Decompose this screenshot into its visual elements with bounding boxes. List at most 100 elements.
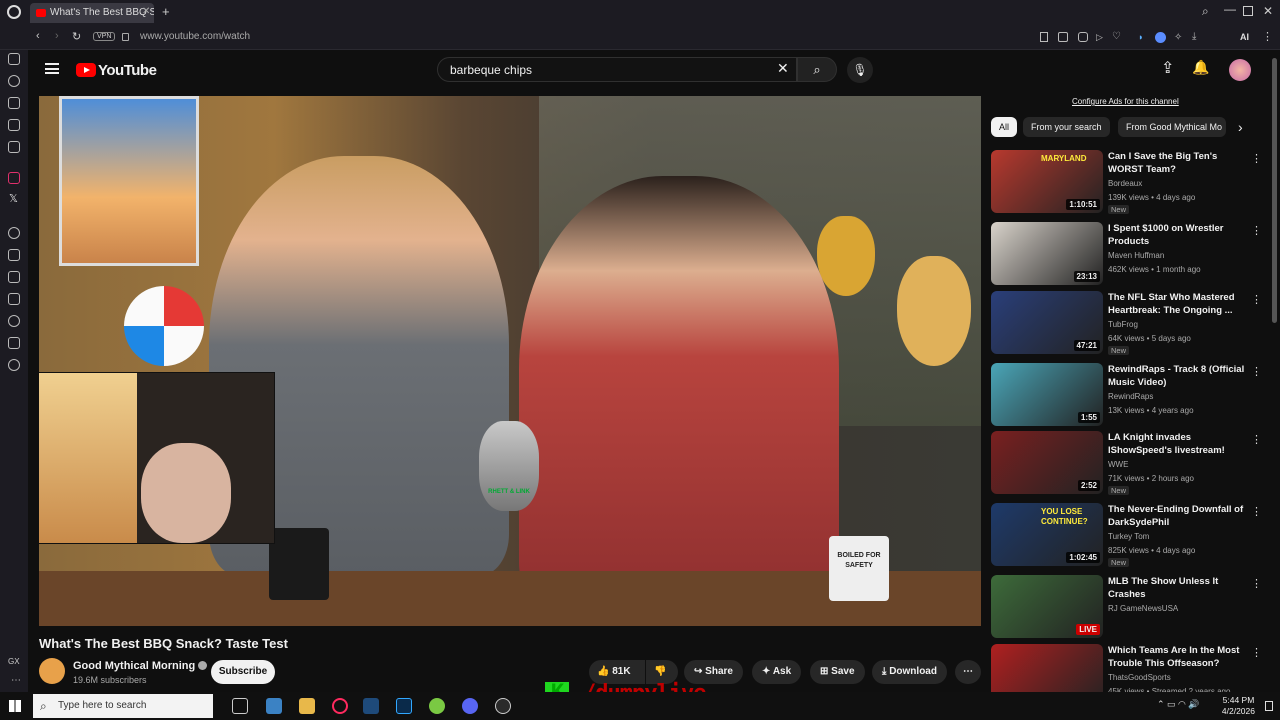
extension-blue-icon[interactable]: ◗ <box>1138 32 1143 42</box>
file-explorer-icon[interactable] <box>299 698 315 714</box>
subscribe-button[interactable]: Subscribe <box>211 660 275 684</box>
recommendation-thumbnail[interactable]: 23:13 <box>991 222 1103 285</box>
instagram-icon[interactable] <box>8 172 20 184</box>
recommendation-item[interactable]: 2:52 LA Knight invades IShowSpeed's lives… <box>991 431 1271 495</box>
vegas-icon[interactable] <box>363 698 379 714</box>
url-field[interactable]: www.youtube.com/watch <box>140 31 250 42</box>
close-window-icon[interactable]: ✕ <box>1263 4 1273 18</box>
chip-from-channel[interactable]: From Good Mythical Mo <box>1118 117 1226 137</box>
opera-logo-icon[interactable] <box>7 5 21 19</box>
recommendation-thumbnail[interactable]: LIVE <box>991 575 1103 638</box>
vpn-badge[interactable]: VPN <box>93 32 116 41</box>
recommendation-more-icon[interactable]: ⋮ <box>1251 365 1262 378</box>
search-button[interactable]: ⌕ <box>797 57 837 82</box>
recommendation-item[interactable]: YOU LOSE CONTINUE? 1:02:45 The Never-Endin… <box>991 503 1271 567</box>
hamburger-menu-icon[interactable] <box>45 63 59 74</box>
search-tabs-icon[interactable]: ⌕ <box>1202 4 1209 19</box>
page-scrollbar[interactable] <box>1272 58 1277 323</box>
recommendation-more-icon[interactable]: ⋮ <box>1251 224 1262 237</box>
notification-center-icon[interactable] <box>1265 701 1273 711</box>
download-icon[interactable]: ⤓ <box>1192 31 1196 42</box>
ask-button[interactable]: ✦ Ask <box>752 660 802 684</box>
recommendation-thumbnail[interactable]: 2:52 <box>991 431 1103 494</box>
discord-icon[interactable] <box>462 698 478 714</box>
menu-icon[interactable]: ⋮ <box>1262 30 1273 43</box>
notes-icon[interactable] <box>8 119 20 131</box>
obs-icon[interactable] <box>429 698 445 714</box>
recommendation-channel[interactable]: ThatsGoodSports <box>1108 673 1171 682</box>
recommendation-more-icon[interactable]: ⋮ <box>1251 577 1262 590</box>
messenger-icon[interactable] <box>8 53 20 65</box>
recommendation-item[interactable]: LIVE MLB The Show Unless It Crashes RJ Gam… <box>991 575 1271 639</box>
task-view-icon[interactable] <box>232 698 248 714</box>
steam-icon[interactable] <box>495 698 511 714</box>
recommendation-item[interactable]: 23:13 I Spent $1000 on Wrestler Products M… <box>991 222 1271 286</box>
clear-search-icon[interactable]: ✕ <box>777 60 789 77</box>
send-icon[interactable] <box>8 249 20 261</box>
windows-start-icon[interactable] <box>9 700 21 712</box>
minimize-icon[interactable]: — <box>1224 2 1236 16</box>
player-icon[interactable] <box>8 227 20 239</box>
new-tab-button[interactable]: + <box>162 4 170 19</box>
recommendation-channel[interactable]: RewindRaps <box>1108 392 1153 401</box>
taskbar-search-input[interactable]: Type here to search <box>33 694 213 718</box>
x-twitter-icon[interactable]: 𝕏 <box>9 192 18 205</box>
recommendation-more-icon[interactable]: ⋮ <box>1251 293 1262 306</box>
notifications-bell-icon[interactable]: 🔔 <box>1192 59 1209 76</box>
opera-gx-taskbar-icon[interactable] <box>332 698 348 714</box>
recommendation-channel[interactable]: Bordeaux <box>1108 179 1142 188</box>
recommendation-title[interactable]: I Spent $1000 on Wrestler Products <box>1108 222 1246 248</box>
clock-icon[interactable] <box>8 315 20 327</box>
ai-button[interactable]: AI <box>1240 32 1249 42</box>
recommendation-title[interactable]: Which Teams Are In the Most Trouble This… <box>1108 644 1246 670</box>
recommendation-more-icon[interactable]: ⋮ <box>1251 152 1262 165</box>
configure-ads-link[interactable]: Configure Ads for this channel <box>1072 97 1179 106</box>
recommendation-channel[interactable]: TubFrog <box>1108 320 1138 329</box>
recommendation-title[interactable]: RewindRaps - Track 8 (Official Music Vid… <box>1108 363 1246 389</box>
recommendation-more-icon[interactable]: ⋮ <box>1251 646 1262 659</box>
m-app-icon[interactable] <box>8 141 20 153</box>
recommendation-thumbnail[interactable]: 47:21 <box>991 291 1103 354</box>
recommendation-channel[interactable]: Turkey Tom <box>1108 532 1149 541</box>
more-actions-button[interactable]: ⋯ <box>955 660 981 684</box>
heart-icon[interactable]: ♡ <box>1112 31 1121 42</box>
photoshop-icon[interactable] <box>396 698 412 714</box>
workspace-icon[interactable] <box>8 97 20 109</box>
youtube-logo[interactable]: YouTube <box>76 62 157 79</box>
back-icon[interactable]: ‹ <box>36 30 40 42</box>
video-player[interactable]: RHETT & LINK BOILED FOR SAFETY <box>39 96 981 626</box>
search-input[interactable]: barbeque chips <box>437 57 797 82</box>
downloads-sidebar-icon[interactable] <box>8 271 20 283</box>
browser-tab[interactable]: What's The Best BBQ Snac <box>30 3 154 23</box>
recommendation-thumbnail[interactable]: MARYLAND 1:10:51 <box>991 150 1103 213</box>
recommendation-title[interactable]: Can I Save the Big Ten's WORST Team? <box>1108 150 1246 176</box>
save-button[interactable]: ⊞ Save <box>810 660 865 684</box>
voice-search-button[interactable]: 🎙 <box>847 57 873 83</box>
history-icon[interactable] <box>8 75 20 87</box>
close-tab-icon[interactable]: ✕ <box>142 6 150 17</box>
channel-name[interactable]: Good Mythical Morning <box>73 660 208 672</box>
recommendation-channel[interactable]: RJ GameNewsUSA <box>1108 604 1178 613</box>
bookmark-icon[interactable] <box>1040 32 1048 42</box>
maximize-icon[interactable] <box>1243 6 1253 16</box>
desktop-app-icon[interactable] <box>266 698 282 714</box>
recommendation-more-icon[interactable]: ⋮ <box>1251 505 1262 518</box>
system-tray-icons[interactable]: ⌃ ▭ ◠ 🔊 <box>1157 699 1200 710</box>
recommendation-more-icon[interactable]: ⋮ <box>1251 433 1262 446</box>
recommendation-item[interactable]: 47:21 The NFL Star Who Mastered Heartbrea… <box>991 291 1271 355</box>
camera-icon[interactable] <box>1058 32 1068 42</box>
forward-icon[interactable]: › <box>55 30 59 42</box>
recommendation-thumbnail[interactable]: 1:55 <box>991 363 1103 426</box>
chips-next-icon[interactable]: › <box>1238 119 1243 135</box>
reload-icon[interactable]: ↻ <box>72 30 81 43</box>
extensions-sidebar-icon[interactable] <box>8 337 20 349</box>
recommendation-channel[interactable]: WWE <box>1108 460 1128 469</box>
taskbar-clock[interactable]: 5:44 PM 4/2/2026 <box>1222 695 1255 717</box>
gx-icon[interactable]: GX <box>8 657 20 666</box>
recommendation-title[interactable]: LA Knight invades IShowSpeed's livestrea… <box>1108 431 1246 457</box>
bookmarks-sidebar-icon[interactable] <box>8 293 20 305</box>
recommendation-thumbnail[interactable]: YOU LOSE CONTINUE? 1:02:45 <box>991 503 1103 566</box>
chip-from-your-search[interactable]: From your search <box>1023 117 1110 137</box>
upload-icon[interactable]: ⇪ <box>1161 58 1174 78</box>
recommendation-title[interactable]: The NFL Star Who Mastered Heartbreak: Th… <box>1108 291 1246 317</box>
